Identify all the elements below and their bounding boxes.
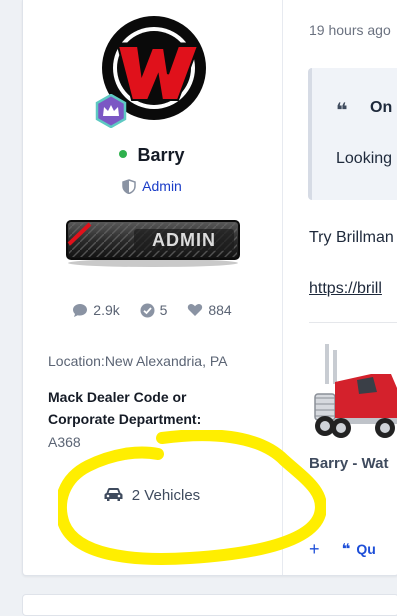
- quote-icon: ❝: [341, 541, 351, 558]
- car-icon: [104, 487, 123, 501]
- quote-author[interactable]: On: [370, 99, 392, 117]
- messages-count: 2.9k: [93, 302, 120, 318]
- dealer-code-label: Mack Dealer Code or Corporate Department…: [48, 389, 202, 427]
- username[interactable]: Barry: [137, 145, 184, 165]
- stat-messages[interactable]: 2.9k: [72, 302, 120, 319]
- rank-badge-text: ADMIN: [152, 230, 216, 250]
- next-post-card: [22, 594, 397, 616]
- avatar[interactable]: [95, 16, 206, 128]
- post-timestamp[interactable]: 19 hours ago: [309, 22, 391, 38]
- stat-reactions[interactable]: 884: [187, 302, 232, 318]
- crown-icon: [95, 94, 127, 128]
- admin-rank-badge: ADMIN: [66, 220, 240, 267]
- vehicles-label: 2 Vehicles: [131, 487, 201, 504]
- quote-mark-icon: ❝: [336, 100, 348, 122]
- stat-solutions[interactable]: 5: [140, 302, 168, 319]
- solutions-count: 5: [159, 302, 168, 318]
- embed-title[interactable]: Barry - Wat: [309, 455, 388, 472]
- dealer-code-value: A368: [48, 434, 81, 450]
- username-row: Barry: [22, 145, 282, 166]
- user-stats: 2.9k 5 884: [22, 302, 282, 319]
- user-location: Location:New Alexandria, PA: [48, 353, 228, 369]
- embed-divider: [309, 322, 397, 323]
- quote-button-label[interactable]: Qu: [356, 541, 375, 557]
- online-status-dot: [119, 150, 128, 159]
- post-link[interactable]: https://brill: [309, 280, 382, 298]
- role-label[interactable]: Admin: [142, 178, 182, 194]
- vehicles-link[interactable]: 2 Vehicles: [22, 487, 282, 504]
- truck-image[interactable]: [311, 344, 397, 444]
- comment-icon: [73, 303, 88, 317]
- shield-icon: [122, 179, 136, 195]
- multiquote-plus-icon[interactable]: +: [309, 539, 320, 559]
- check-circle-icon: [140, 303, 155, 318]
- user-role: Admin: [22, 178, 282, 195]
- post-body-text: Try Brillman: [309, 229, 394, 246]
- quote-text: Looking: [336, 150, 393, 167]
- post-actions: + ❝ Qu: [309, 538, 376, 559]
- user-sidebar: Barry Admin ADMIN 2.9k 5 884 Location:Ne…: [22, 0, 326, 575]
- reactions-count: 884: [208, 302, 232, 318]
- quote-block: ❝ On Looking: [308, 68, 397, 200]
- post-content: 19 hours ago ❝ On Looking Try Brillman h…: [283, 0, 397, 575]
- heart-icon: [188, 304, 203, 317]
